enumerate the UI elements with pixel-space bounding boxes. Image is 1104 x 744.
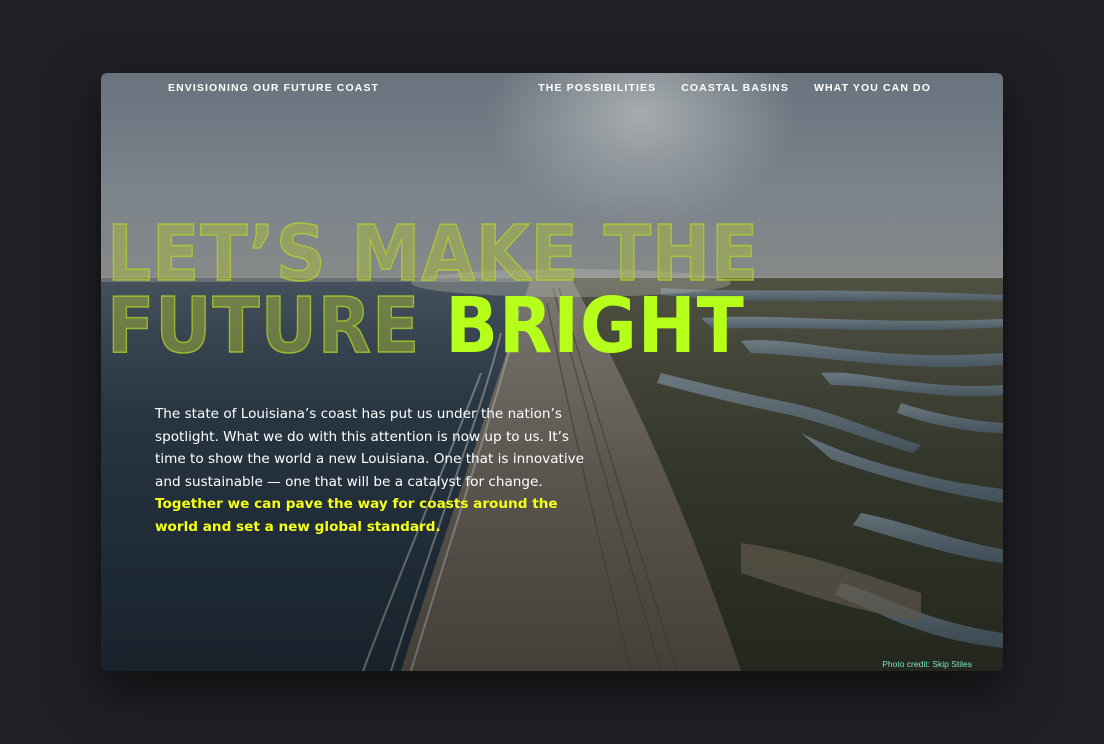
- photo-darken-overlay: [101, 73, 1003, 671]
- nav-link-the-possibilities[interactable]: THE POSSIBILITIES: [538, 82, 656, 94]
- nav-link-coastal-basins[interactable]: COASTAL BASINS: [681, 82, 789, 94]
- headline-line-2-outline: FUTURE: [106, 282, 421, 371]
- headline-line-2-bright: BRIGHT: [445, 282, 745, 371]
- hero-paragraph-text: The state of Louisiana’s coast has put u…: [155, 406, 585, 490]
- site-brand-link[interactable]: ENVISIONING OUR FUTURE COAST: [168, 82, 379, 94]
- hero-headline: LET’S MAKE THE FUTURE BRIGHT: [106, 215, 759, 366]
- hero-paragraph: The state of Louisiana’s coast has put u…: [155, 403, 595, 538]
- hero-paragraph-emphasis: Together we can pave the way for coasts …: [155, 496, 558, 535]
- nav-link-what-you-can-do[interactable]: WHAT YOU CAN DO: [814, 82, 931, 94]
- top-navigation: ENVISIONING OUR FUTURE COAST THE POSSIBI…: [101, 82, 1003, 102]
- hero-section: ENVISIONING OUR FUTURE COAST THE POSSIBI…: [101, 73, 1003, 671]
- nav-links: THE POSSIBILITIES COASTAL BASINS WHAT YO…: [538, 82, 931, 94]
- photo-credit: Photo credit: Skip Stiles: [882, 659, 972, 669]
